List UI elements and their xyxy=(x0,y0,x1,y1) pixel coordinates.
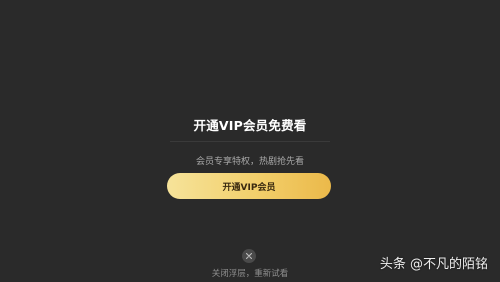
close-overlay-button[interactable] xyxy=(242,249,256,263)
watermark: 头条 @不凡的陌铭 xyxy=(379,257,488,272)
close-icon xyxy=(246,253,252,259)
open-vip-button[interactable]: 开通VIP会员 xyxy=(167,173,331,199)
paywall-title: 开通VIP会员免费看 xyxy=(193,118,307,133)
divider xyxy=(170,141,330,142)
vip-paywall-overlay: 开通VIP会员免费看 会员专享特权，热剧抢先看 开通VIP会员 关闭浮层，重新试… xyxy=(0,0,500,282)
paywall-subtitle: 会员专享特权，热剧抢先看 xyxy=(195,157,304,167)
open-vip-button-label: 开通VIP会员 xyxy=(222,182,276,193)
